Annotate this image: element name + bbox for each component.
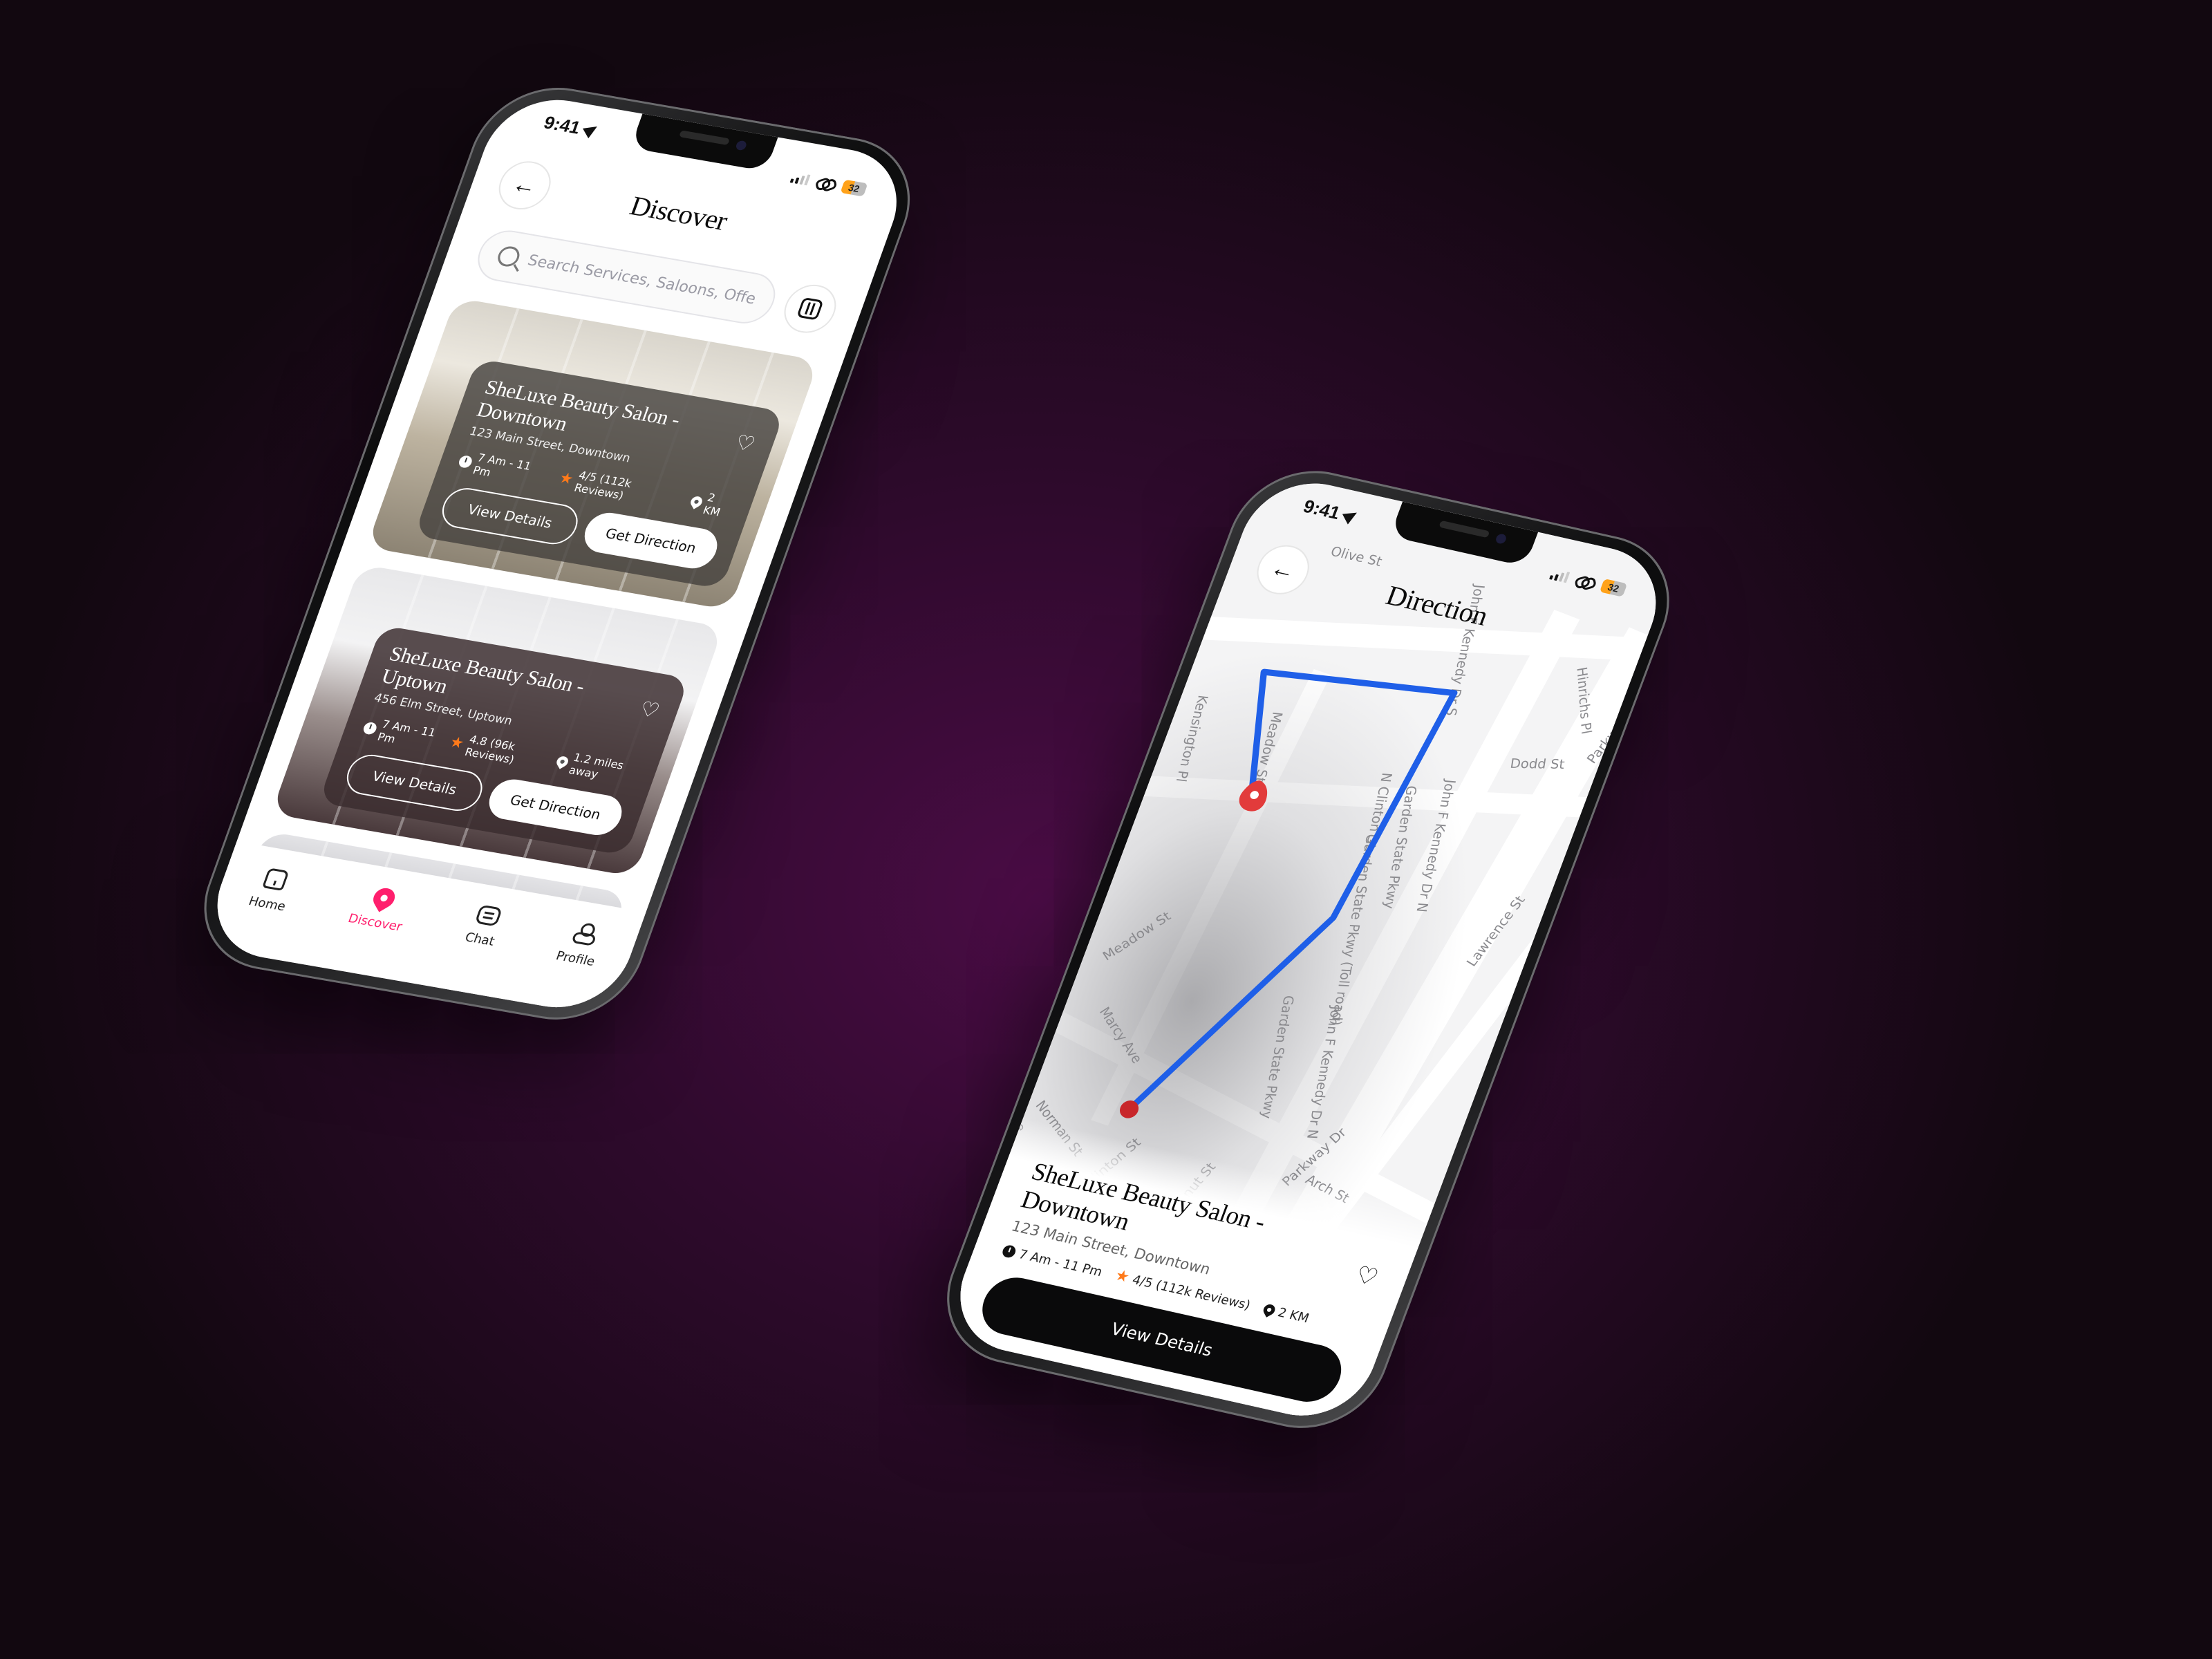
- get-direction-button[interactable]: Get Direction: [483, 776, 628, 838]
- battery-icon: 32: [840, 179, 868, 197]
- signal-icon: [1549, 568, 1571, 583]
- filter-button[interactable]: [777, 281, 843, 337]
- salon-rating: ★ 4/5 (112k Reviews): [555, 465, 683, 511]
- discover-phone: 9:41 32 ← Discover Search Services, Salo…: [182, 76, 932, 1031]
- star-icon: ★: [447, 733, 467, 753]
- star-icon: ★: [556, 469, 577, 489]
- location-pin-icon: [369, 884, 399, 912]
- hours-text: 7 Am - 11 Pm: [471, 451, 534, 479]
- salon-card[interactable]: SheLuxe Beauty Salon - Uptown ♡ 456 Elm …: [271, 564, 724, 877]
- distance-text: 2 KM: [1275, 1304, 1311, 1326]
- rating-text: 4/5 (112k Reviews): [572, 468, 634, 503]
- get-direction-button[interactable]: Get Direction: [579, 509, 723, 572]
- salon-card[interactable]: SheLuxe Beauty Salon - Downtown ♡ 123 Ma…: [366, 297, 819, 610]
- clock-icon: [457, 454, 474, 469]
- home-icon: [262, 868, 290, 891]
- link-icon: [1574, 574, 1596, 590]
- tab-label: Chat: [462, 930, 497, 949]
- link-icon: [815, 176, 837, 191]
- distance-text: 2 KM: [701, 491, 722, 519]
- location-arrow-icon: [583, 121, 601, 139]
- salon-rating: ★ 4.8 (96k Reviews): [446, 730, 549, 771]
- salon-distance: 2 KM: [686, 488, 736, 520]
- salon-hours: 7 Am - 11 Pm: [359, 715, 442, 753]
- clock-icon: [1000, 1244, 1018, 1259]
- tab-profile[interactable]: Profile: [554, 920, 607, 969]
- tab-label: Profile: [554, 948, 597, 969]
- tab-chat[interactable]: Chat: [463, 904, 506, 949]
- salon-hours: 7 Am - 11 Pm: [455, 448, 552, 488]
- clock-icon: [362, 721, 379, 735]
- filter-sliders-icon: [796, 297, 824, 321]
- hours-text: 7 Am - 11 Pm: [375, 718, 438, 746]
- search-input[interactable]: [525, 252, 758, 308]
- tab-label: Home: [246, 894, 288, 915]
- direction-phone: Olive St John F Kennedy Dr S Hinrichs Pl…: [924, 456, 1692, 1443]
- salon-distance: 1.2 miles away: [552, 748, 641, 787]
- rating-text: 4.8 (96k Reviews): [462, 733, 517, 767]
- location-pin-icon: [554, 754, 570, 769]
- location-arrow-icon: [1342, 507, 1360, 525]
- status-indicators: 32: [789, 171, 868, 197]
- status-time-group: 9:41: [541, 112, 601, 142]
- distance-text: 1.2 miles away: [567, 751, 626, 781]
- tab-home[interactable]: Home: [247, 866, 298, 914]
- route-line: [1125, 668, 1458, 1113]
- discover-screen: 9:41 32 ← Discover Search Services, Salo…: [199, 90, 915, 1018]
- status-time-group: 9:41: [1300, 495, 1361, 527]
- location-pin-icon: [688, 494, 704, 509]
- signal-icon: [789, 172, 811, 186]
- location-pin-icon: [1261, 1302, 1277, 1318]
- status-time: 9:41: [1300, 495, 1344, 523]
- view-details-button[interactable]: View Details: [341, 751, 488, 814]
- view-details-button[interactable]: View Details: [436, 485, 583, 547]
- status-time: 9:41: [541, 111, 584, 138]
- tab-discover[interactable]: Discover: [346, 883, 414, 935]
- star-icon: ★: [1112, 1266, 1132, 1286]
- profile-icon: [570, 921, 598, 946]
- salon-distance: 2 KM: [1261, 1302, 1311, 1326]
- direction-screen: Olive St John F Kennedy Dr S Hinrichs Pl…: [941, 471, 1676, 1428]
- search-icon: [495, 245, 523, 268]
- chat-icon: [474, 904, 503, 927]
- tab-label: Discover: [346, 911, 404, 935]
